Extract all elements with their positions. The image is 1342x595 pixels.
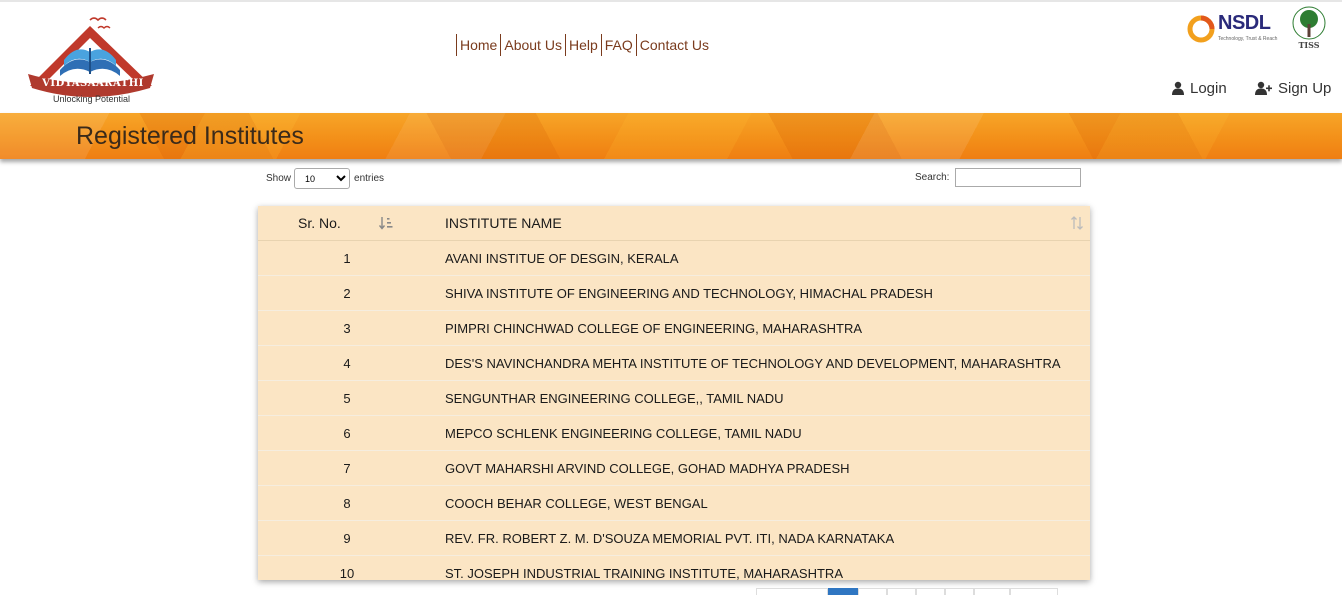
entries-label: entries <box>354 173 385 184</box>
sr-no-header-label: Sr. No. <box>298 215 341 231</box>
institute-name-cell: GOVT MAHARSHI ARVIND COLLEGE, GOHAD MADH… <box>445 460 850 476</box>
institute-name-cell: ST. JOSEPH INDUSTRIAL TRAINING INSTITUTE… <box>445 565 843 581</box>
nav-help[interactable]: Help <box>566 34 601 56</box>
nsdl-emblem-icon <box>1187 15 1215 43</box>
page-banner: Registered Institutes <box>0 113 1342 159</box>
table-row: 7 GOVT MAHARSHI ARVIND COLLEGE, GOHAD MAD… <box>258 450 1090 486</box>
pagination-page[interactable] <box>945 588 974 595</box>
tiss-wordmark: TISS <box>1298 40 1320 50</box>
sr-no-cell: 7 <box>343 460 351 476</box>
user-icon <box>1172 81 1184 95</box>
tiss-tree-icon <box>1292 6 1326 40</box>
signup-label: Sign Up <box>1278 79 1332 97</box>
institutes-table: Sr. No. INSTITUTE NAME 1 AVANI INSTITUE … <box>258 206 1090 581</box>
sr-no-cell: 8 <box>343 495 351 511</box>
nav-contact-us[interactable]: Contact Us <box>637 34 712 56</box>
table-row: 4 DES'S NAVINCHANDRA MEHTA INSTITUTE OF T… <box>258 345 1090 381</box>
institute-name-cell: SHIVA INSTITUTE OF ENGINEERING AND TECHN… <box>445 285 933 301</box>
nav-about-us[interactable]: About Us <box>501 34 565 56</box>
nsdl-tagline: Technology, Trust & Reach <box>1218 36 1278 42</box>
search-input[interactable] <box>955 168 1082 187</box>
pagination-next[interactable] <box>1010 588 1058 595</box>
pagination-page-current[interactable] <box>828 588 858 595</box>
logo-wordmark: VIDYASAARATHI <box>42 78 144 89</box>
sort-ascending-icon[interactable] <box>379 216 393 230</box>
entries-select[interactable]: 10 <box>294 168 351 189</box>
table-row: 1 AVANI INSTITUE OF DESGIN, KERALA <box>258 241 1090 276</box>
institute-name-cell: AVANI INSTITUE OF DESGIN, KERALA <box>445 250 679 266</box>
table-row: 6 MEPCO SCHLENK ENGINEERING COLLEGE, TAMI… <box>258 415 1090 451</box>
login-label: Login <box>1190 79 1227 97</box>
nav-home[interactable]: Home <box>457 34 500 56</box>
search-control: Search: <box>915 168 1082 187</box>
table-header-row: Sr. No. INSTITUTE NAME <box>258 206 1090 241</box>
institute-name-cell: REV. FR. ROBERT Z. M. D'SOUZA MEMORIAL P… <box>445 530 895 546</box>
signup-link[interactable]: Sign Up <box>1255 78 1331 98</box>
institute-name-cell: MEPCO SCHLENK ENGINEERING COLLEGE, TAMIL… <box>445 425 802 441</box>
user-plus-icon <box>1255 81 1272 95</box>
pagination <box>756 588 1058 595</box>
table-row: 8 COOCH BEHAR COLLEGE, WEST BENGAL <box>258 485 1090 521</box>
sr-no-cell: 5 <box>343 390 351 406</box>
page-title: Registered Institutes <box>76 122 304 150</box>
nsdl-wordmark: NSDL <box>1218 12 1271 34</box>
pagination-page[interactable] <box>858 588 887 595</box>
table-row: 3 PIMPRI CHINCHWAD COLLEGE OF ENGINEERING… <box>258 310 1090 346</box>
pagination-previous[interactable] <box>756 588 828 595</box>
institute-name-cell: COOCH BEHAR COLLEGE, WEST BENGAL <box>445 495 708 511</box>
institute-name-header[interactable]: INSTITUTE NAME <box>436 206 1090 241</box>
institute-name-header-label: INSTITUTE NAME <box>445 215 562 231</box>
pagination-page[interactable] <box>974 588 1010 595</box>
login-link[interactable]: Login <box>1172 78 1227 98</box>
search-label: Search: <box>915 172 950 183</box>
institute-name-cell: SENGUNTHAR ENGINEERING COLLEGE,, TAMIL N… <box>445 390 784 406</box>
sr-no-cell: 9 <box>343 530 351 546</box>
entries-control: Show 10 entries <box>266 168 384 189</box>
table-row: 5 SENGUNTHAR ENGINEERING COLLEGE,, TAMIL … <box>258 380 1090 416</box>
institute-name-cell: DES'S NAVINCHANDRA MEHTA INSTITUTE OF TE… <box>445 355 1061 371</box>
nav-faq[interactable]: FAQ <box>602 34 636 56</box>
sr-no-cell: 2 <box>343 285 351 301</box>
nsdl-logo[interactable]: NSDL Technology, Trust & Reach <box>1186 12 1278 46</box>
sr-no-cell: 10 <box>339 565 355 581</box>
main-nav: Home About Us Help FAQ Contact Us <box>456 34 712 56</box>
vidyasaarathi-logo[interactable]: VIDYASAARATHI Unlocking Potential <box>24 14 159 110</box>
sr-no-header[interactable]: Sr. No. <box>258 206 436 241</box>
top-border <box>0 0 1342 2</box>
sr-no-cell: 3 <box>343 320 351 336</box>
table-row: 10 ST. JOSEPH INDUSTRIAL TRAINING INSTITU… <box>258 555 1090 591</box>
sr-no-cell: 4 <box>343 355 351 371</box>
logo-tagline: Unlocking Potential <box>52 94 131 104</box>
sr-no-cell: 6 <box>343 425 351 441</box>
table-row: 2 SHIVA INSTITUTE OF ENGINEERING AND TECH… <box>258 275 1090 311</box>
sort-both-icon[interactable] <box>1070 216 1084 230</box>
pagination-page[interactable] <box>916 588 945 595</box>
sr-no-cell: 1 <box>343 250 351 266</box>
tiss-logo[interactable]: TISS <box>1288 6 1330 50</box>
pagination-page[interactable] <box>887 588 916 595</box>
table-row: 9 REV. FR. ROBERT Z. M. D'SOUZA MEMORIAL … <box>258 520 1090 556</box>
institute-name-cell: PIMPRI CHINCHWAD COLLEGE OF ENGINEERING,… <box>445 320 863 336</box>
show-label: Show <box>266 173 292 184</box>
